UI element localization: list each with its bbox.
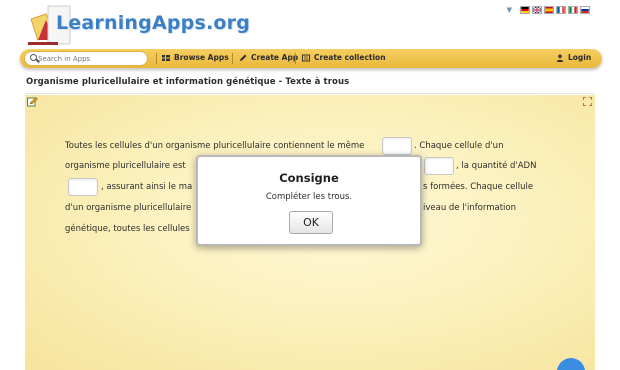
- spanish-flag-icon[interactable]: [544, 6, 554, 14]
- edit-icon[interactable]: [27, 97, 38, 107]
- text-line-2a: organisme pluricellulaire est: [65, 161, 186, 171]
- browse-apps-label: Browse Apps: [174, 53, 229, 62]
- nav-divider: [156, 53, 157, 64]
- main-navbar: Browse Apps Create App Create collection…: [20, 49, 602, 68]
- blank-input-2[interactable]: [424, 157, 454, 175]
- create-app-label: Create App: [251, 53, 299, 62]
- blank-input-1[interactable]: [382, 137, 412, 155]
- user-icon: [556, 54, 564, 62]
- ok-button[interactable]: OK: [289, 211, 333, 234]
- triangle-down-icon[interactable]: ▼: [507, 6, 512, 14]
- dialog-title: Consigne: [279, 171, 339, 185]
- nav-divider: [232, 53, 233, 64]
- login-label: Login: [568, 53, 592, 62]
- text-line-5a: génétique, toutes les cellules: [65, 224, 190, 234]
- russian-flag-icon[interactable]: [580, 6, 590, 14]
- search-input[interactable]: [38, 53, 143, 65]
- german-flag-icon[interactable]: [520, 6, 530, 14]
- english-flag-icon[interactable]: [532, 6, 542, 14]
- blank-input-3[interactable]: [68, 178, 98, 196]
- divider: [26, 93, 594, 94]
- header: LearningApps.org ▼: [0, 0, 620, 48]
- fullscreen-icon[interactable]: [583, 97, 592, 106]
- text-line-1b: . Chaque cellule d'un: [414, 141, 504, 151]
- page-title: Organisme pluricellulaire et information…: [26, 77, 350, 87]
- dialog-message: Compléter les trous.: [265, 192, 353, 202]
- instruction-dialog: Consigne Compléter les trous. OK: [196, 155, 422, 246]
- text-line-4b: iveau de l'information: [423, 203, 517, 213]
- page: LearningApps.org ▼ Browse Apps Create Ap…: [0, 0, 620, 370]
- create-collection-link[interactable]: Create collection: [302, 53, 386, 62]
- pencil-icon: [240, 54, 247, 61]
- search-box[interactable]: [24, 51, 148, 66]
- create-app-link[interactable]: Create App: [239, 53, 298, 62]
- text-line-4a: d'un organisme pluricellulaire: [65, 203, 192, 213]
- help-button[interactable]: [557, 358, 585, 370]
- text-line-3a: , assurant ainsi le ma: [101, 182, 193, 192]
- create-collection-label: Create collection: [314, 53, 386, 62]
- text-line-2b: , la quantité d'ADN: [456, 161, 537, 171]
- text-line-1a: Toutes les cellules d'un organisme pluri…: [65, 141, 365, 151]
- search-icon: [30, 54, 37, 61]
- brand-name[interactable]: LearningApps.org: [56, 12, 250, 34]
- italian-flag-icon[interactable]: [568, 6, 578, 14]
- french-flag-icon[interactable]: [556, 6, 566, 14]
- browse-apps-link[interactable]: Browse Apps: [162, 53, 229, 62]
- language-selector[interactable]: ▼: [507, 6, 590, 14]
- login-link[interactable]: Login: [556, 53, 591, 62]
- nav-divider: [295, 53, 296, 64]
- grid-icon: [162, 54, 170, 61]
- text-line-3b: s formées. Chaque cellule: [423, 182, 534, 192]
- collection-icon: [302, 54, 310, 61]
